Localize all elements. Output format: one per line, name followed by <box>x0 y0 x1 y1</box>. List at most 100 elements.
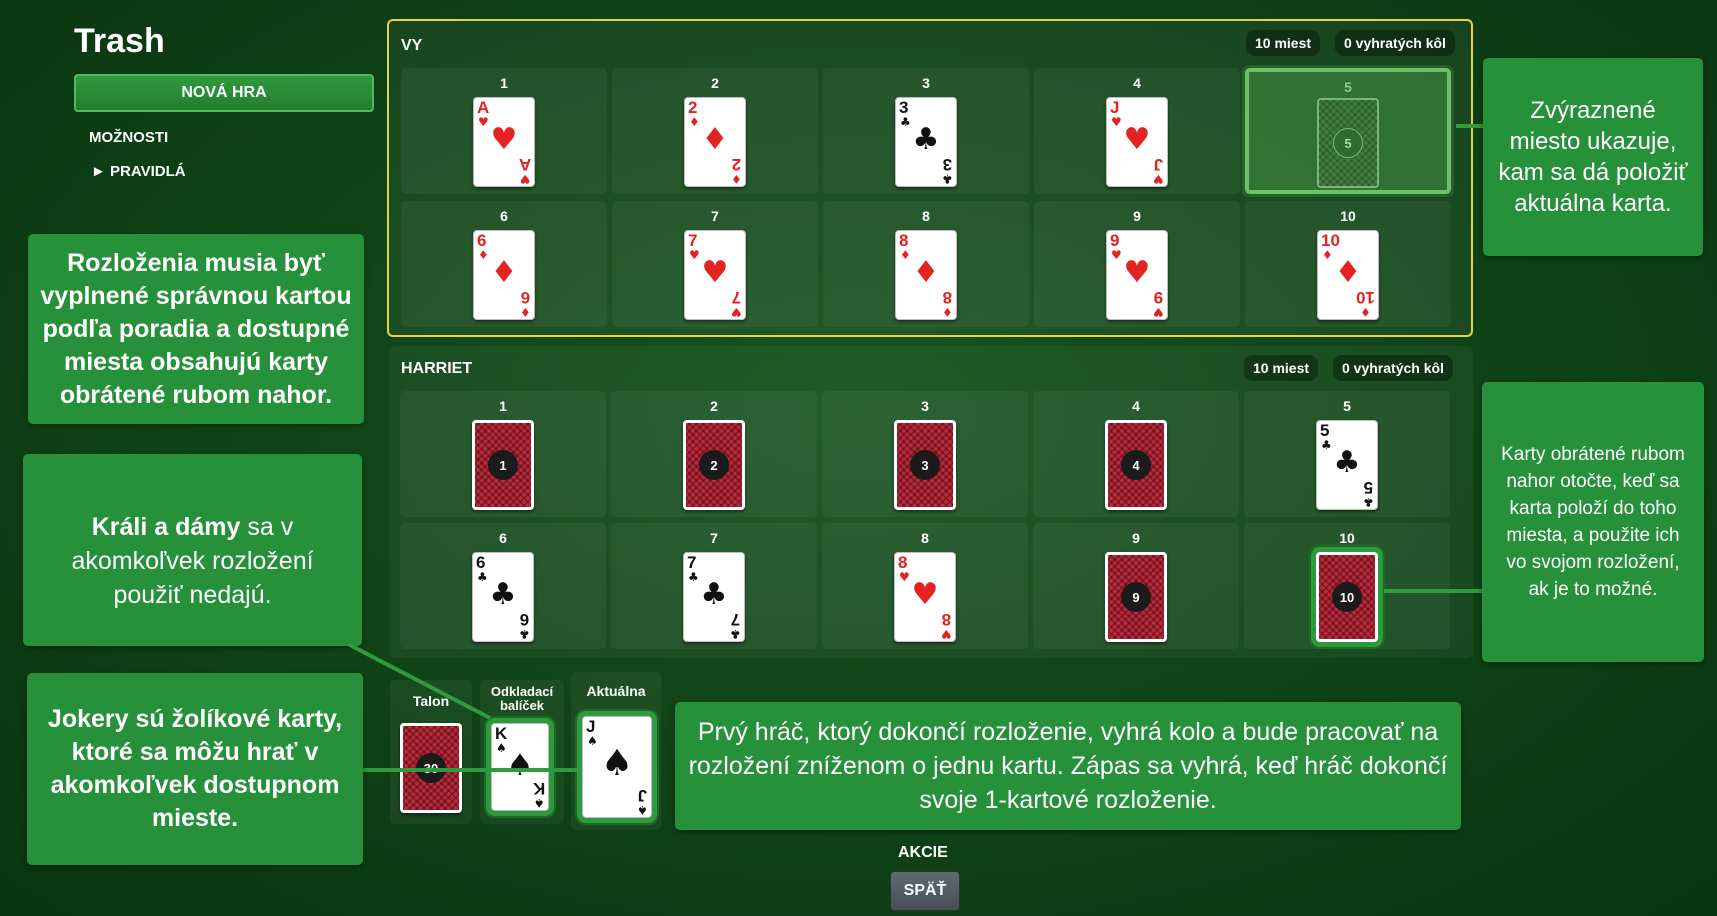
card-rank: J <box>1110 98 1120 117</box>
card-rank: 10 <box>1321 231 1340 250</box>
opponent-slot-9: 99 <box>1033 523 1239 649</box>
card-rank: K <box>495 724 508 743</box>
card-corner-bottom: ♦ 10 <box>1356 288 1375 319</box>
player-slots-badge: 10 miest <box>1246 30 1321 56</box>
player-slot-2: 2 2 ♦ ♦ ♦ 2 <box>612 68 818 194</box>
connector-highlight <box>1456 124 1486 128</box>
card-face-down: 2 <box>683 420 745 510</box>
card-suit-small: ♣ <box>730 627 741 641</box>
slot-number: 4 <box>1133 75 1141 91</box>
opponent-wins-badge: 0 vyhratých kôl <box>1333 355 1453 381</box>
player-slot-4: 4 J ♥ ♥ ♥ J <box>1034 68 1240 194</box>
card-suit-center: ♣ <box>700 577 728 612</box>
talon-pile[interactable]: Talon 30 <box>390 680 472 824</box>
card-suit-center: ♥ <box>701 255 729 290</box>
card-rank: 7 <box>687 553 697 572</box>
callout-jokers-text: Jokery sú žolíkové karty, ktoré sa môžu … <box>47 705 343 832</box>
card-back-number: 10 <box>1332 582 1362 612</box>
card-rank: 5 <box>1363 478 1374 497</box>
player-slot-7: 7 7 ♥ ♥ ♥ 7 <box>612 201 818 327</box>
discard-pile[interactable]: Odkladací balíček K ♠ ♠ ♠ K <box>480 680 564 824</box>
card-face-up: 10 ♦ ♦ ♦ 10 <box>1317 230 1379 320</box>
card-suit-small: ♣ <box>942 172 953 186</box>
card-rank: 7 <box>730 610 741 629</box>
current-card[interactable]: J ♠ ♠ ♠ J <box>582 716 652 818</box>
card-suit-small: ♦ <box>731 172 742 186</box>
card-suit-center: ♠ <box>506 748 534 783</box>
opponent-slot-3: 33 <box>822 391 1028 517</box>
callout-layout-rule: Rozloženia musia byť vyplnené správnou k… <box>28 234 364 424</box>
card-suit-small: ♣ <box>519 627 530 641</box>
card-rank: 8 <box>899 231 909 250</box>
card-corner-bottom: ♥ 9 <box>1153 288 1164 319</box>
card-face-up: 2 ♦ ♦ ♦ 2 <box>684 97 746 187</box>
card-face-down: 9 <box>1105 552 1167 642</box>
slot-number: 10 <box>1339 530 1355 546</box>
opponent-slot-1: 11 <box>400 391 606 517</box>
card-face-up: J ♥ ♥ ♥ J <box>1106 97 1168 187</box>
card-rank: 3 <box>942 155 953 174</box>
card-rank: 9 <box>1153 288 1164 307</box>
card-corner-bottom: ♦ 8 <box>942 288 953 319</box>
card-suit-small: ♠ <box>587 734 598 748</box>
opponent-slot-7: 7 7 ♣ ♣ ♣ 7 <box>611 523 817 649</box>
card-suit-small: ♦ <box>520 305 531 319</box>
slot-number: 1 <box>499 398 507 414</box>
card-corner-bottom: ♥ 7 <box>731 288 742 319</box>
discard-top-card[interactable]: K ♠ ♠ ♠ K <box>491 723 549 811</box>
card-suit-center: ♥ <box>490 122 518 157</box>
card-rank: 9 <box>1110 231 1120 250</box>
slot-number: 1 <box>500 75 508 91</box>
card-suit-small: ♥ <box>941 627 952 641</box>
card-corner-bottom: ♣ 5 <box>1363 478 1374 509</box>
talon-card-back[interactable]: 30 <box>400 723 462 813</box>
back-button[interactable]: SPÄŤ <box>890 871 960 911</box>
options-link[interactable]: MOŽNOSTI <box>89 129 168 146</box>
card-face-up: 7 ♥ ♥ ♥ 7 <box>684 230 746 320</box>
card-suit-center: ♦ <box>701 122 729 157</box>
placeholder-card[interactable]: 5 <box>1317 98 1379 188</box>
card-face-down: 10 <box>1316 552 1378 642</box>
card-suit-small: ♦ <box>942 305 953 319</box>
card-rank: A <box>477 98 490 117</box>
card-rank: 8 <box>941 610 952 629</box>
card-rank: 6 <box>520 288 531 307</box>
card-face-up: 3 ♣ ♣ ♣ 3 <box>895 97 957 187</box>
card-face-down: 1 <box>472 420 534 510</box>
card-suit-small: ♥ <box>1153 172 1164 186</box>
slot-number: 9 <box>1132 530 1140 546</box>
card-back-number: 4 <box>1121 450 1151 480</box>
new-game-button[interactable]: NOVÁ HRA <box>74 74 374 112</box>
card-corner-bottom: ♥ 8 <box>941 610 952 641</box>
card-suit-center: ♦ <box>912 255 940 290</box>
card-face-up: 5 ♣ ♣ ♣ 5 <box>1316 420 1378 510</box>
player-slot-8: 8 8 ♦ ♦ ♦ 8 <box>823 201 1029 327</box>
card-rank: 2 <box>731 155 742 174</box>
callout-highlight-text: Zvýraznené miesto ukazuje, kam sa dá pol… <box>1498 97 1688 217</box>
card-corner-bottom: ♦ 6 <box>520 288 531 319</box>
card-suit-small: ♥ <box>731 305 742 319</box>
slot-number: 5 <box>1343 398 1351 414</box>
slot-number: 5 <box>1344 79 1352 95</box>
opponent-slot-10: 10 10 <box>1244 523 1450 649</box>
card-rank: K <box>532 779 545 798</box>
callout-kings-queens-text: Králi a dámy sa v akomkoľvek rozložení p… <box>35 510 350 612</box>
card-face-up: 9 ♥ ♥ ♥ 9 <box>1106 230 1168 320</box>
callout-highlight-hint: Zvýraznené miesto ukazuje, kam sa dá pol… <box>1483 58 1703 256</box>
card-corner-bottom: ♣ 7 <box>730 610 741 641</box>
card-back-number: 1 <box>488 450 518 480</box>
card-corner-bottom: ♦ 2 <box>731 155 742 186</box>
player-slot-5[interactable]: 55 <box>1245 68 1451 194</box>
card-rank: 7 <box>731 288 742 307</box>
player-slot-9: 9 9 ♥ ♥ ♥ 9 <box>1034 201 1240 327</box>
rules-link[interactable]: ► PRAVIDLÁ <box>91 163 186 180</box>
slot-number: 3 <box>922 75 930 91</box>
opponent-slot-8: 8 8 ♥ ♥ ♥ 8 <box>822 523 1028 649</box>
card-face-up: A ♥ ♥ ♥ A <box>473 97 535 187</box>
slot-number: 6 <box>500 208 508 224</box>
player-wins-badge: 0 vyhratých kôl <box>1335 30 1455 56</box>
slot-number: 7 <box>711 208 719 224</box>
card-suit-center: ♣ <box>489 577 517 612</box>
player-slot-1: 1 A ♥ ♥ ♥ A <box>401 68 607 194</box>
card-back-number: 3 <box>910 450 940 480</box>
